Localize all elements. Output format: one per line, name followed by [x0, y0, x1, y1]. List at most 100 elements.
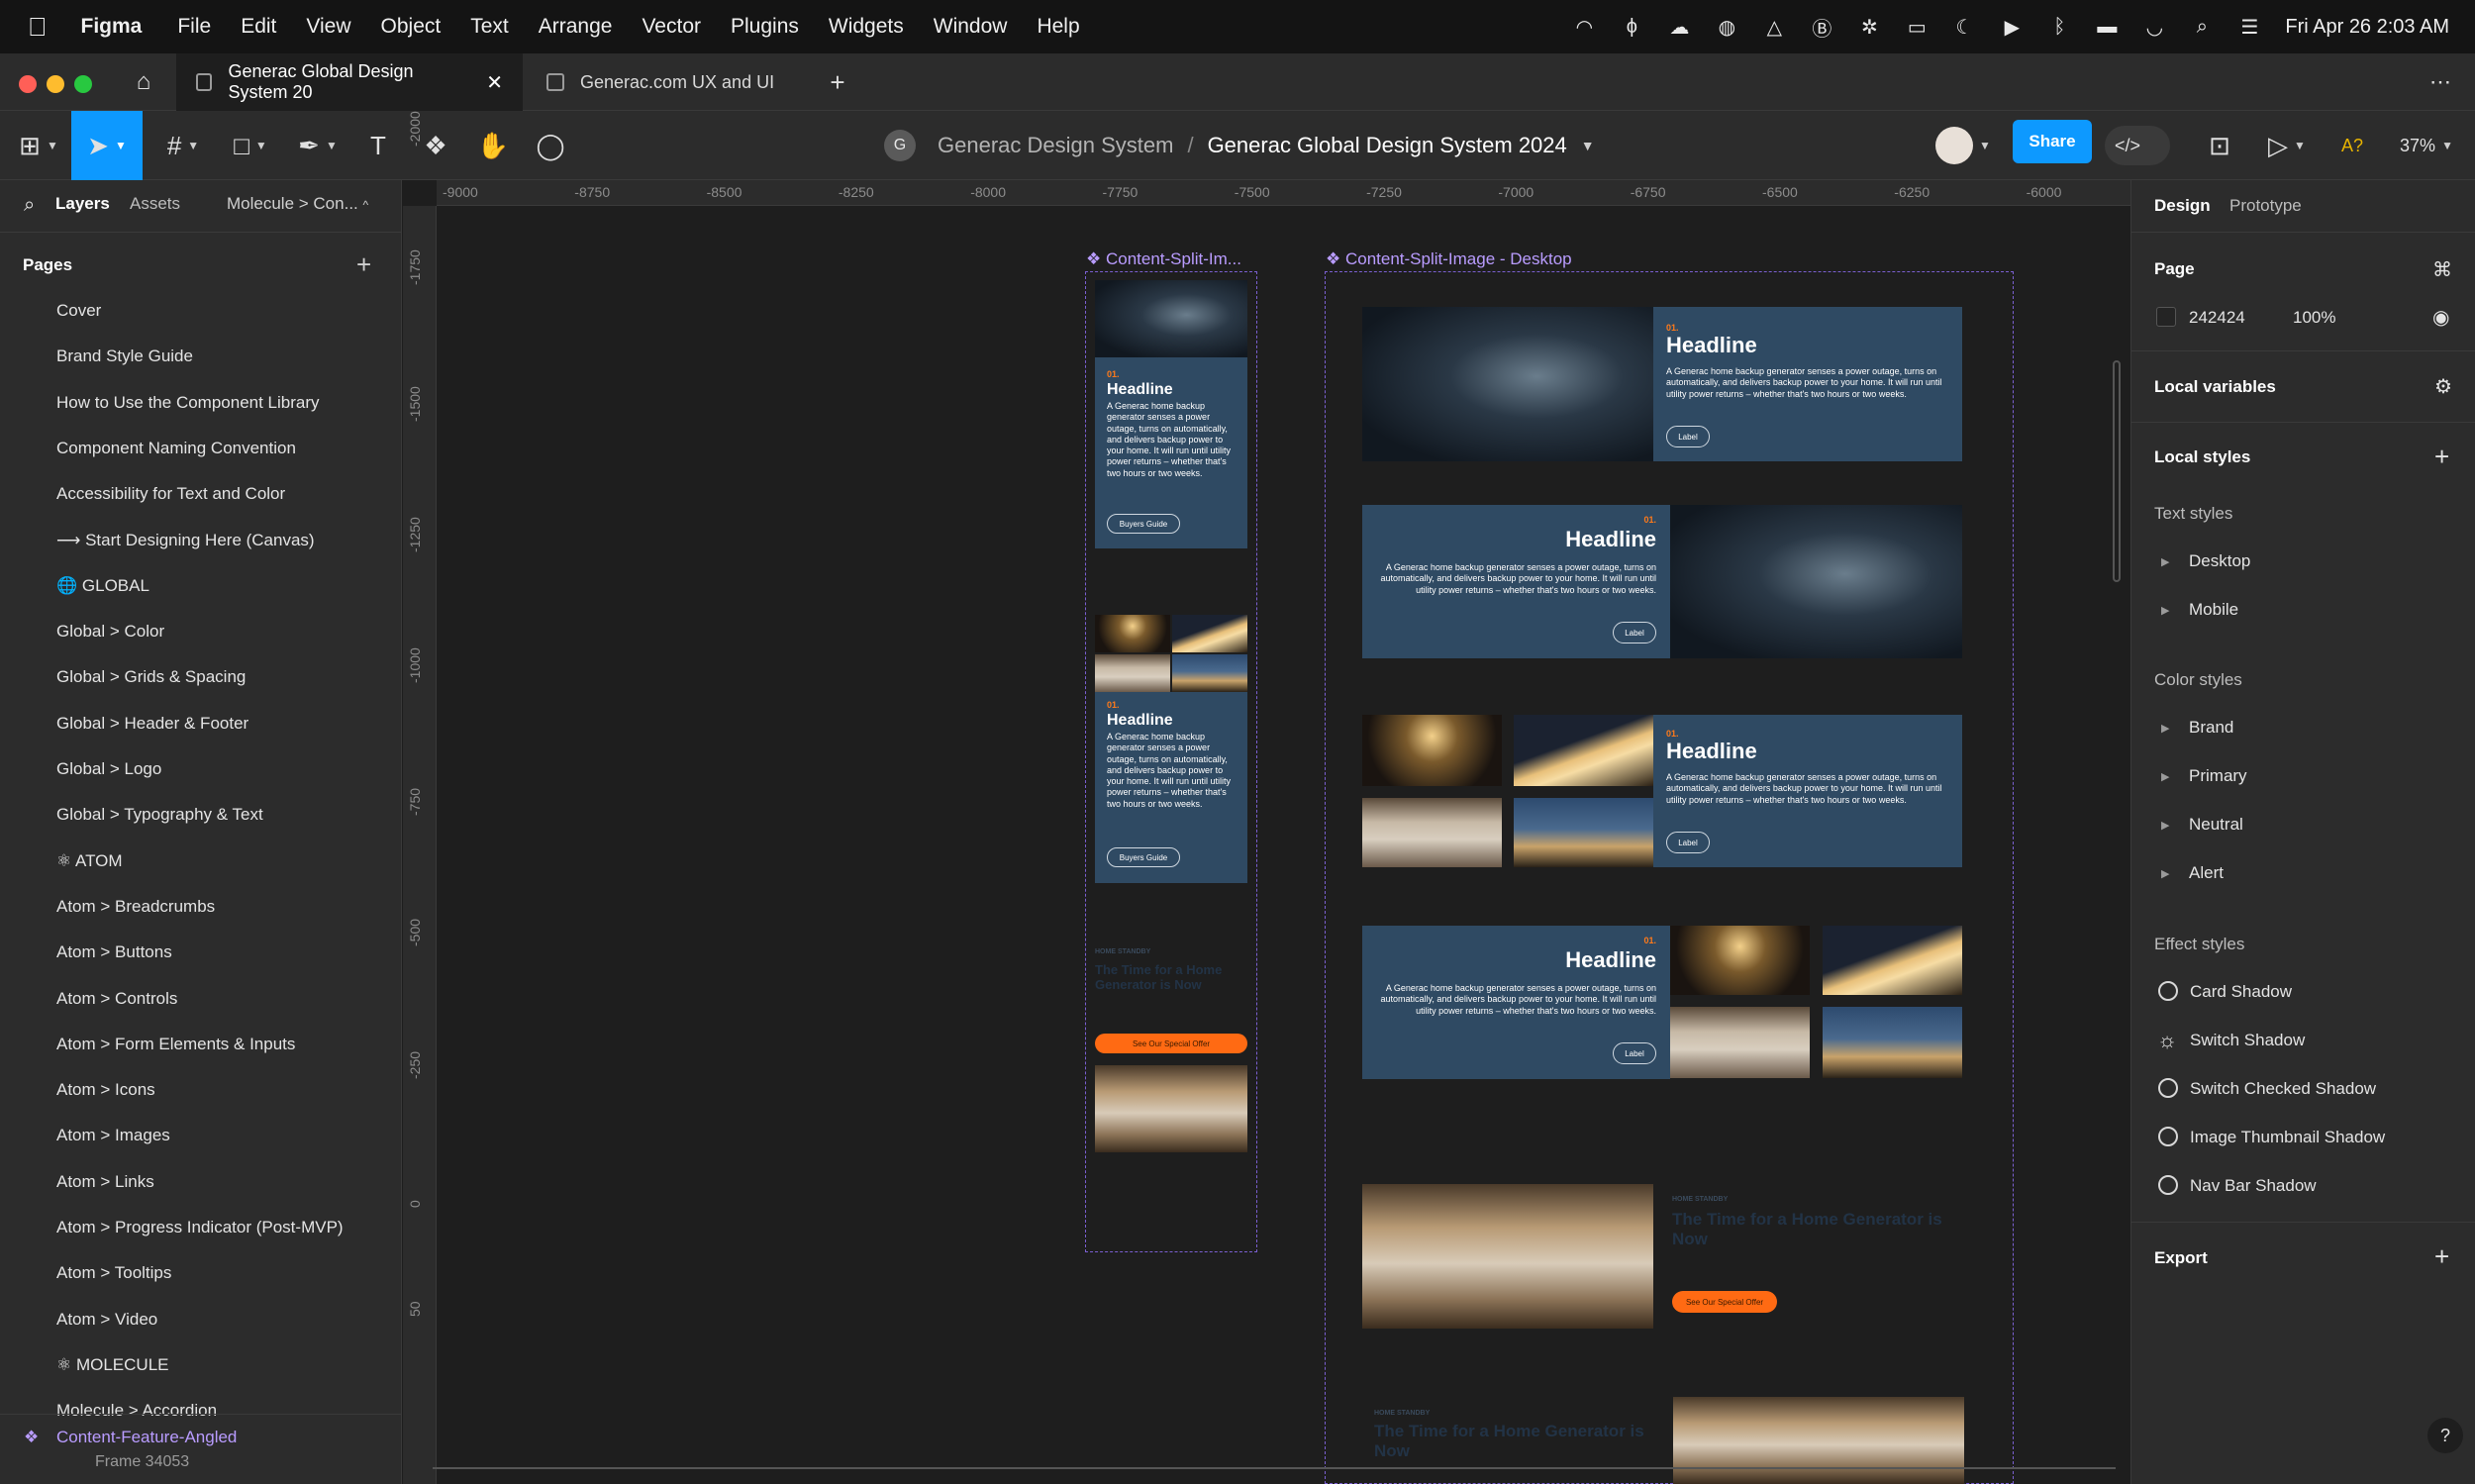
frame-tool-icon[interactable]: # ▼ — [158, 111, 208, 180]
menu-view[interactable]: View — [306, 15, 350, 39]
page-item[interactable]: Accessibility for Text and Color — [56, 484, 285, 504]
menu-vector[interactable]: Vector — [642, 15, 701, 39]
help-button[interactable]: ? — [2427, 1418, 2463, 1453]
page-item[interactable]: Global > Logo — [56, 759, 161, 779]
horizontal-scrollbar[interactable] — [433, 1467, 2116, 1473]
frame-label-desktop[interactable]: ❖ Content-Split-Image - Desktop — [1326, 249, 1572, 269]
menu-object[interactable]: Object — [381, 15, 442, 39]
text-style-desktop[interactable]: Desktop — [2189, 551, 2250, 571]
page-item[interactable]: How to Use the Component Library — [56, 393, 320, 413]
page-item[interactable]: Atom > Breadcrumbs — [56, 897, 215, 917]
page-item[interactable]: Global > Header & Footer — [56, 714, 248, 734]
page-item[interactable]: Atom > Progress Indicator (Post-MVP) — [56, 1218, 344, 1237]
minimize-window-button[interactable] — [47, 75, 64, 93]
effect-image-thumbnail-shadow[interactable]: Image Thumbnail Shadow — [2190, 1128, 2385, 1147]
shape-tool-icon[interactable]: □ ▼ — [226, 111, 275, 180]
effect-switch-shadow[interactable]: Switch Shadow — [2190, 1031, 2305, 1050]
menu-edit[interactable]: Edit — [241, 15, 276, 39]
special-offer-button[interactable]: See Our Special Offer — [1095, 1034, 1247, 1053]
page-item[interactable]: Atom > Images — [56, 1126, 170, 1145]
tab-assets[interactable]: Assets — [130, 194, 180, 214]
team-avatar[interactable]: G — [884, 130, 916, 161]
effect-nav-bar-shadow[interactable]: Nav Bar Shadow — [2190, 1176, 2317, 1196]
text-style-mobile[interactable]: Mobile — [2189, 600, 2238, 620]
b-icon[interactable]: Ⓑ — [1810, 16, 1833, 41]
page-item[interactable]: Atom > Tooltips — [56, 1263, 171, 1283]
label-button[interactable]: Label — [1613, 622, 1656, 643]
sync-icon[interactable]: ◍ — [1715, 16, 1738, 39]
child-layer[interactable]: Frame 34053 — [95, 1453, 189, 1471]
menu-help[interactable]: Help — [1037, 15, 1079, 39]
menu-window[interactable]: Window — [934, 15, 1008, 39]
page-color-value[interactable]: 242424 — [2189, 308, 2245, 328]
buyers-guide-button[interactable]: Buyers Guide — [1107, 847, 1180, 867]
color-style-alert[interactable]: Alert — [2189, 863, 2224, 883]
home-icon[interactable]: ⌂ — [119, 53, 168, 111]
label-button[interactable]: Label — [1666, 832, 1710, 853]
tab-ux-ui[interactable]: Generac.com UX and UI — [527, 53, 814, 111]
search-layers-icon[interactable]: ⌕ — [24, 194, 35, 217]
effect-switch-checked-shadow[interactable]: Switch Checked Shadow — [2190, 1079, 2376, 1099]
dev-mode-toggle[interactable]: </> — [2103, 111, 2172, 180]
page-item[interactable]: Atom > Links — [56, 1172, 154, 1192]
maximize-window-button[interactable] — [74, 75, 92, 93]
color-style-neutral[interactable]: Neutral — [2189, 815, 2243, 835]
figma-status-icon[interactable]: ϕ — [1620, 16, 1643, 38]
chevron-right-icon[interactable]: ▶ — [2161, 604, 2169, 617]
page-item[interactable]: Global > Color — [56, 622, 164, 642]
menu-file[interactable]: File — [177, 15, 211, 39]
chevron-right-icon[interactable]: ▶ — [2161, 722, 2169, 735]
user-avatar[interactable]: ▼ — [1929, 111, 1998, 180]
menu-app-name[interactable]: Figma — [81, 15, 143, 39]
gear-icon[interactable]: ✲ — [1857, 16, 1881, 39]
label-button[interactable]: Label — [1666, 426, 1710, 447]
add-export-icon[interactable]: + — [2434, 1241, 2449, 1272]
share-button[interactable]: Share — [2013, 120, 2092, 163]
present-icon[interactable]: ▷ ▼ — [2257, 111, 2317, 180]
page-item[interactable]: ⚛ ATOM — [56, 851, 123, 871]
page-item[interactable]: Atom > Buttons — [56, 942, 172, 962]
new-tab-icon[interactable]: + — [818, 53, 857, 111]
pen-tool-icon[interactable]: ✒ ▼ — [293, 111, 343, 180]
page-item[interactable]: ⟶ Start Designing Here (Canvas) — [56, 531, 315, 550]
tab-prototype[interactable]: Prototype — [2229, 196, 2302, 216]
close-tab-icon[interactable]: ✕ — [486, 70, 503, 95]
close-window-button[interactable] — [19, 75, 37, 93]
color-style-brand[interactable]: Brand — [2189, 718, 2233, 738]
clock[interactable]: Fri Apr 26 2:03 AM — [2285, 16, 2449, 39]
effect-card-shadow[interactable]: Card Shadow — [2190, 982, 2292, 1002]
menu-arrange[interactable]: Arrange — [539, 15, 613, 39]
page-item[interactable]: Brand Style Guide — [56, 346, 193, 366]
page-item[interactable]: Atom > Video — [56, 1310, 157, 1330]
page-item[interactable]: Molecule > Accordion — [56, 1401, 217, 1421]
page-settings-icon[interactable]: ⌘ — [2432, 257, 2452, 282]
menu-widgets[interactable]: Widgets — [829, 15, 904, 39]
tab-design[interactable]: Design — [2154, 196, 2211, 216]
chevron-right-icon[interactable]: ▶ — [2161, 867, 2169, 880]
drive-icon[interactable]: △ — [1762, 16, 1786, 39]
chevron-down-icon[interactable]: ▼ — [1581, 138, 1595, 153]
add-style-icon[interactable]: + — [2434, 442, 2449, 472]
vertical-scrollbar[interactable] — [2113, 360, 2121, 582]
buyers-guide-button[interactable]: Buyers Guide — [1107, 514, 1180, 534]
search-icon[interactable]: ⌕ — [2190, 16, 2214, 38]
page-item[interactable]: 🌐 GLOBAL — [56, 576, 149, 596]
page-opacity-value[interactable]: 100% — [2293, 308, 2335, 328]
more-icon[interactable]: ⋯ — [2416, 53, 2465, 111]
frame-label-mobile[interactable]: ❖ Content-Split-Im... — [1086, 249, 1241, 269]
page-item[interactable]: Component Naming Convention — [56, 439, 296, 458]
move-tool-icon[interactable]: ➤ ▼ — [71, 111, 143, 180]
project-name[interactable]: Generac Design System — [938, 133, 1173, 158]
variables-icon[interactable]: ⚙ — [2434, 374, 2452, 399]
menu-plugins[interactable]: Plugins — [731, 15, 799, 39]
visibility-icon[interactable]: ◉ — [2432, 305, 2449, 330]
chevron-right-icon[interactable]: ▶ — [2161, 819, 2169, 832]
page-item[interactable]: ⚛ MOLECULE — [56, 1355, 169, 1375]
local-variables[interactable]: Local variables — [2154, 377, 2276, 397]
zoom-menu[interactable]: 37% ▼ — [2392, 111, 2461, 180]
wifi-icon[interactable]: ◡ — [2142, 16, 2166, 39]
page-item[interactable]: Global > Typography & Text — [56, 805, 263, 825]
play-circle-icon[interactable]: ▶ — [2000, 16, 2024, 39]
text-tool-icon[interactable]: T — [358, 111, 398, 180]
chevron-right-icon[interactable]: ▶ — [2161, 770, 2169, 783]
